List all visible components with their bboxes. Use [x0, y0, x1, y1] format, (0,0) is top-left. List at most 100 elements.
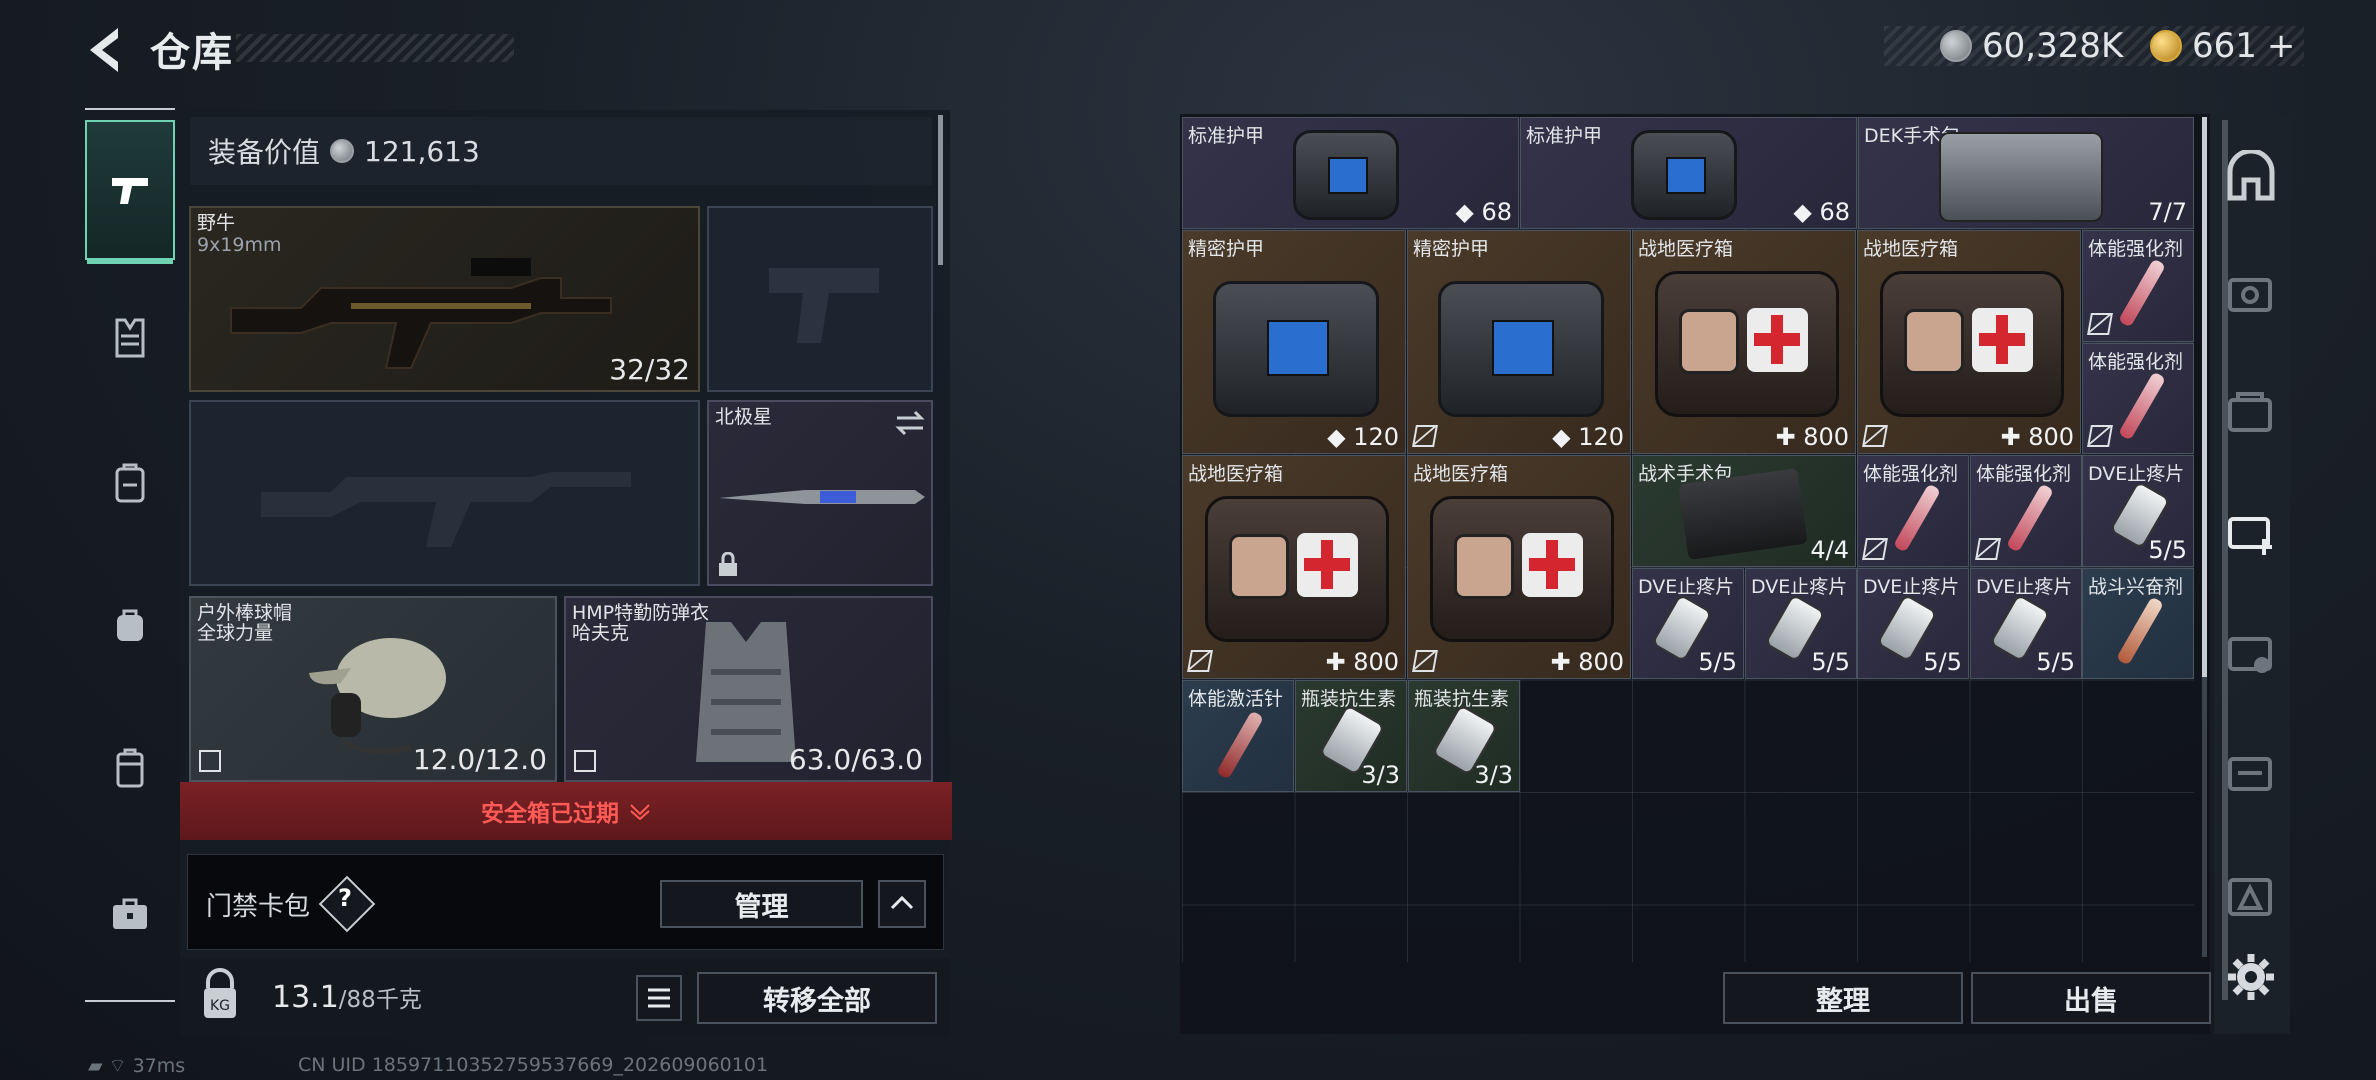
- pistol-slot[interactable]: [707, 206, 933, 392]
- stash-page-icon[interactable]: [2224, 745, 2278, 799]
- secondary-weapon-slot[interactable]: [189, 400, 700, 586]
- stash-item[interactable]: DVE止疼片 5/5: [1857, 568, 1969, 679]
- melee-slot[interactable]: 北极星: [707, 400, 933, 586]
- durability-count: ✚ 800: [1325, 648, 1399, 676]
- medkit-image: [1430, 496, 1614, 642]
- stash-page-icon[interactable]: [2224, 870, 2278, 924]
- armor-image: [1631, 130, 1737, 220]
- stash-item[interactable]: DEK手术包 7/7: [1858, 117, 2194, 229]
- transfer-all-button[interactable]: 转移全部: [697, 972, 937, 1024]
- insured-off-icon: [2087, 425, 2113, 447]
- tab-pouch[interactable]: [85, 698, 175, 838]
- insured-off-icon: [1187, 650, 1213, 672]
- armor-image: [1438, 281, 1604, 417]
- nav-divider: [85, 108, 175, 110]
- pistol-silhouette-icon: [769, 268, 879, 343]
- svg-text:KG: KG: [210, 998, 230, 1014]
- stash-item[interactable]: 瓶装抗生素 3/3: [1295, 680, 1407, 792]
- insured-off-icon: [1412, 650, 1438, 672]
- insured-off-icon: [1862, 538, 1888, 560]
- durability-count: ◆ 68: [1793, 198, 1850, 226]
- stash-item[interactable]: 体能强化剂: [1970, 455, 2082, 567]
- backpack-icon: [115, 463, 145, 503]
- tab-bag[interactable]: [85, 555, 175, 695]
- currency-gold[interactable]: 661 +: [2150, 26, 2295, 66]
- syringe-image: [2117, 258, 2167, 328]
- nav-divider: [85, 1000, 175, 1002]
- chevron-up-icon: [890, 895, 914, 910]
- stash-page-icon[interactable]: [2224, 268, 2278, 322]
- helmet-slot[interactable]: 户外棒球帽 全球力量 12.0/12.0: [189, 596, 557, 782]
- collapse-button[interactable]: [878, 880, 926, 928]
- stash-page-add-icon[interactable]: [2224, 505, 2278, 559]
- sell-button[interactable]: 出售: [1971, 972, 2211, 1024]
- armor-slot[interactable]: HMP特勤防弹衣 哈夫克 63.0/63.0: [564, 596, 933, 782]
- stash-item[interactable]: 战斗兴奋剂: [2082, 568, 2194, 679]
- list-icon: [648, 988, 670, 1008]
- tab-case[interactable]: [85, 843, 175, 983]
- insured-off-icon: [2087, 313, 2113, 335]
- stash-item[interactable]: 战地医疗箱 ✚ 800: [1857, 230, 2081, 454]
- insured-off-icon: [1862, 425, 1888, 447]
- surgical-kit-image: [1678, 468, 1808, 560]
- stash-item[interactable]: 体能强化剂: [2082, 343, 2194, 454]
- stash-scrollbar-thumb[interactable]: [2202, 117, 2207, 677]
- medkit-image: [1205, 496, 1389, 642]
- tab-vest[interactable]: [85, 268, 175, 408]
- insured-off-icon: [199, 750, 221, 772]
- stash-item[interactable]: 战地医疗箱 ✚ 800: [1407, 455, 1631, 679]
- stash-page-icon[interactable]: [2224, 386, 2278, 440]
- tab-weapons[interactable]: [85, 120, 175, 264]
- case-icon: [113, 898, 147, 929]
- equipment-scrollbar[interactable]: [938, 115, 943, 265]
- swap-icon[interactable]: [895, 410, 925, 436]
- help-icon: ?: [338, 884, 352, 912]
- stash-item[interactable]: 战术手术包 4/4: [1632, 455, 1856, 567]
- add-currency-icon[interactable]: +: [2267, 26, 2296, 66]
- sort-button[interactable]: 整理: [1723, 972, 1963, 1024]
- stash-page-icon[interactable]: [2224, 625, 2278, 679]
- durability-count: ✚ 800: [1775, 423, 1849, 451]
- title-decoration: [236, 34, 514, 62]
- stash-item[interactable]: 战地医疗箱 ✚ 800: [1182, 455, 1406, 679]
- durability-count: ◆ 120: [1552, 423, 1624, 451]
- tab-backpack[interactable]: [85, 413, 175, 553]
- insured-off-icon: [1412, 425, 1438, 447]
- stash-item[interactable]: 体能强化剂: [1857, 455, 1969, 567]
- safebox-expired-bar[interactable]: 安全箱已过期: [180, 782, 952, 840]
- stash-item[interactable]: 标准护甲 ◆ 68: [1520, 117, 1857, 229]
- stash-item[interactable]: DVE止疼片 5/5: [1745, 568, 1857, 679]
- pouch-icon: [116, 748, 144, 788]
- weight-readout: 13.1/88千克: [272, 980, 422, 1015]
- manage-button[interactable]: 管理: [660, 880, 863, 928]
- stash-item[interactable]: 标准护甲 ◆ 68: [1182, 117, 1519, 229]
- primary-weapon-slot[interactable]: 野牛 9x19mm 32/32: [189, 206, 700, 392]
- weight-icon: KG: [190, 968, 250, 1028]
- silver-coin-icon: [1940, 30, 1972, 62]
- list-view-button[interactable]: [636, 975, 682, 1021]
- durability-count: ✚ 800: [2000, 423, 2074, 451]
- stash-item[interactable]: 体能激活针: [1182, 680, 1294, 792]
- gold-coin-icon: [2150, 30, 2182, 62]
- durability-count: ◆ 68: [1455, 198, 1512, 226]
- stash-item[interactable]: DVE止疼片 5/5: [1632, 568, 1744, 679]
- chevron-down-icon: [630, 804, 650, 820]
- stash-item[interactable]: 体能强化剂: [2082, 230, 2194, 342]
- smg-image: [230, 258, 612, 369]
- status-ping: ▰ ⌔ 37ms: [88, 1055, 186, 1077]
- stash-item[interactable]: DVE止疼片 5/5: [2082, 455, 2194, 567]
- stash-item[interactable]: 战地医疗箱 ✚ 800: [1632, 230, 1856, 454]
- settings-gear-icon[interactable]: [2224, 950, 2278, 1004]
- armor-image: [1293, 130, 1399, 220]
- bag-icon: [117, 609, 143, 641]
- syringe-image: [1892, 483, 1942, 553]
- stash-home-icon[interactable]: [2224, 150, 2278, 204]
- stash-page-divider: [2222, 120, 2228, 1000]
- medkit-image: [1880, 271, 2064, 417]
- syringe-image: [2115, 596, 2165, 666]
- back-button[interactable]: [80, 22, 128, 78]
- stash-item[interactable]: 瓶装抗生素 3/3: [1408, 680, 1520, 792]
- stash-item[interactable]: 精密护甲 ◆ 120: [1407, 230, 1631, 454]
- stash-item[interactable]: 精密护甲 ◆ 120: [1182, 230, 1406, 454]
- stash-item[interactable]: DVE止疼片 5/5: [1970, 568, 2082, 679]
